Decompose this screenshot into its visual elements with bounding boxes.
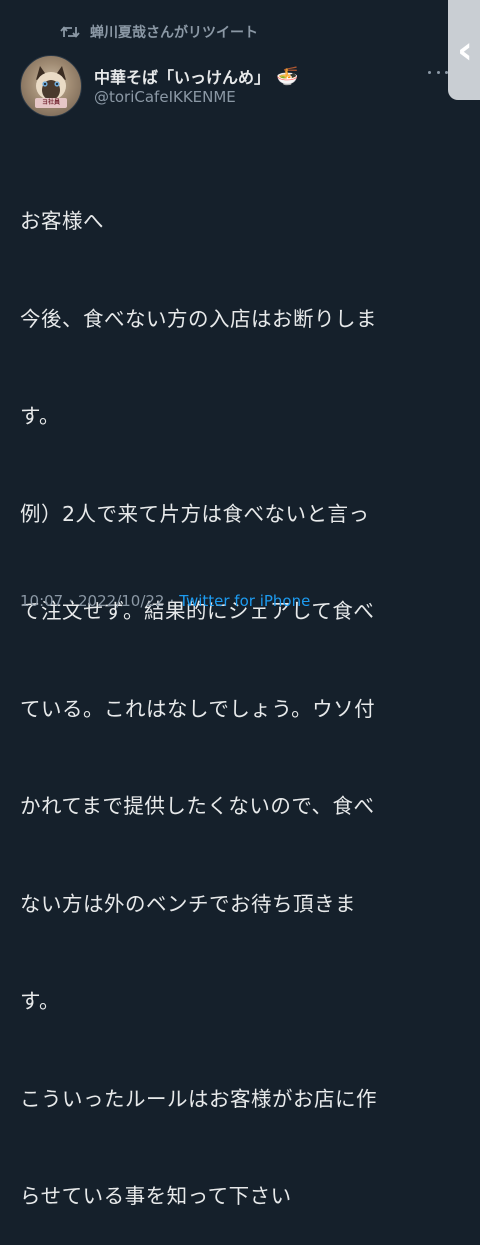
tweet-meta: 10:07 · 2022/10/22 · Twitter for iPhone <box>20 592 310 610</box>
tweet-line: かれてまで提供したくないので、食べ <box>20 794 375 818</box>
tweet-time[interactable]: 10:07 <box>20 592 63 610</box>
tweet-line: 例）2人で来て片方は食べないと言っ <box>20 501 370 526</box>
tweet-date[interactable]: 2022/10/22 <box>78 592 164 610</box>
retweet-icon <box>60 24 80 40</box>
meta-separator: · <box>68 592 74 610</box>
display-name[interactable]: 中華そば「いっけんめ」 <box>94 64 270 88</box>
ramen-emoji-icon: 🍜 <box>276 65 299 87</box>
author-handle[interactable]: @toriCafeIKKENME <box>94 88 236 106</box>
retweet-label[interactable]: 蝉川夏哉さんがリツイート <box>90 22 258 42</box>
side-panel-tab[interactable]: ‹ <box>448 0 480 100</box>
tweet-line: ない方は外のベンチでお待ち頂きま <box>20 891 356 916</box>
retweet-header: 蝉川夏哉さんがリツイート <box>60 20 258 44</box>
avatar[interactable]: ヨ社員 <box>20 55 82 117</box>
tweet-source-link[interactable]: Twitter for iPhone <box>179 592 310 610</box>
meta-separator: · <box>169 592 175 610</box>
avatar-sign: ヨ社員 <box>35 98 67 108</box>
tweet-line: す。 <box>20 404 60 428</box>
chevron-left-icon: ‹ <box>457 28 473 72</box>
more-options-icon[interactable] <box>428 66 448 78</box>
tweet-line: こういったルールはお客様がお店に作 <box>20 1086 377 1111</box>
tweet-line: 今後、食べない方の入店はお断りしま <box>20 306 377 331</box>
tweet-line: お客様へ <box>20 209 104 233</box>
tweet-text: お客様へ 今後、食べない方の入店はお断りしま す。 例）2人で来て片方は食べない… <box>20 140 450 1245</box>
tweet-line: す。 <box>20 989 60 1013</box>
author-name-row[interactable]: 中華そば「いっけんめ」 🍜 <box>94 64 298 88</box>
tweet-line: らせている事を知って下さい <box>20 1184 292 1208</box>
tweet-line: ている。これはなしでしょう。ウソ付 <box>20 696 376 721</box>
